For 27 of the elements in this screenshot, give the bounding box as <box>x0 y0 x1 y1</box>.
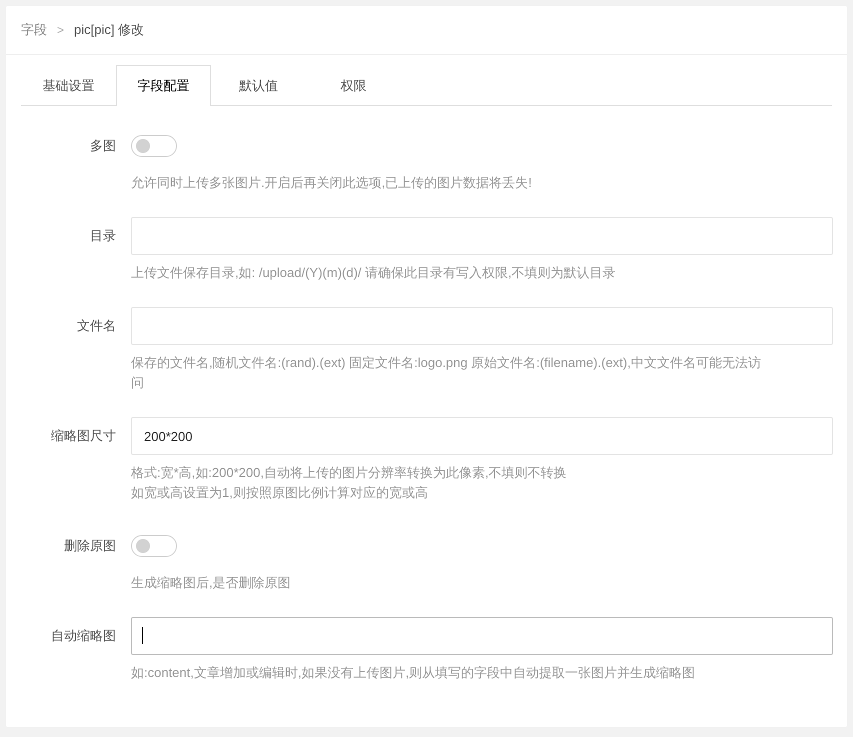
field-label: 多图 <box>89 137 116 155</box>
field-label: 目录 <box>89 227 116 245</box>
toggle-switch[interactable] <box>131 535 177 557</box>
help-text: 格式:宽*高,如:200*200,自动将上传的图片分辨率转换为此像素,不填则不转换 <box>131 464 568 482</box>
tab[interactable]: 基础设置 <box>21 65 116 105</box>
help-text: 如:content,文章增加或编辑时,如果没有上传图片,则从填写的字段中自动提取一张图片并生成缩略图 <box>131 664 696 682</box>
help-text: 生成缩略图后,是否删除原图 <box>131 574 292 592</box>
field-label: 缩略图尺寸 <box>50 427 116 445</box>
input-field[interactable] <box>131 307 833 345</box>
tab[interactable]: 默认值 <box>211 65 306 105</box>
text-cursor <box>142 627 143 644</box>
input-field[interactable] <box>131 217 833 255</box>
field-label: 自动缩略图 <box>50 627 116 645</box>
breadcrumb-link[interactable]: 字段 <box>21 21 47 39</box>
breadcrumb-separator: > <box>57 23 64 37</box>
help-text: 允许同时上传多张图片.开启后再关闭此选项,已上传的图片数据将丢失! <box>131 174 533 192</box>
field-label: 文件名 <box>76 317 116 335</box>
field-label: 删除原图 <box>63 537 116 555</box>
input-field[interactable] <box>131 617 833 655</box>
breadcrumb-current: pic[pic] 修改 <box>74 21 144 39</box>
tab[interactable]: 权限 <box>306 65 401 105</box>
help-text: 如宽或高设置为1,则按照原图比例计算对应的宽或高 <box>131 484 429 502</box>
help-text: 保存的文件名,随机文件名:(rand).(ext) 固定文件名:logo.png 原始文件名:(filename).(ext),中文文件名可能无法访问 <box>131 354 762 392</box>
toggle-switch[interactable] <box>131 135 177 157</box>
help-text: 上传文件保存目录,如: /upload/(Y)(m)(d)/ 请确保此目录有写入权限,不填则为默认目录 <box>131 264 617 282</box>
tab[interactable]: 字段配置 <box>116 65 211 106</box>
input-field[interactable]: 200*200 <box>131 417 833 455</box>
